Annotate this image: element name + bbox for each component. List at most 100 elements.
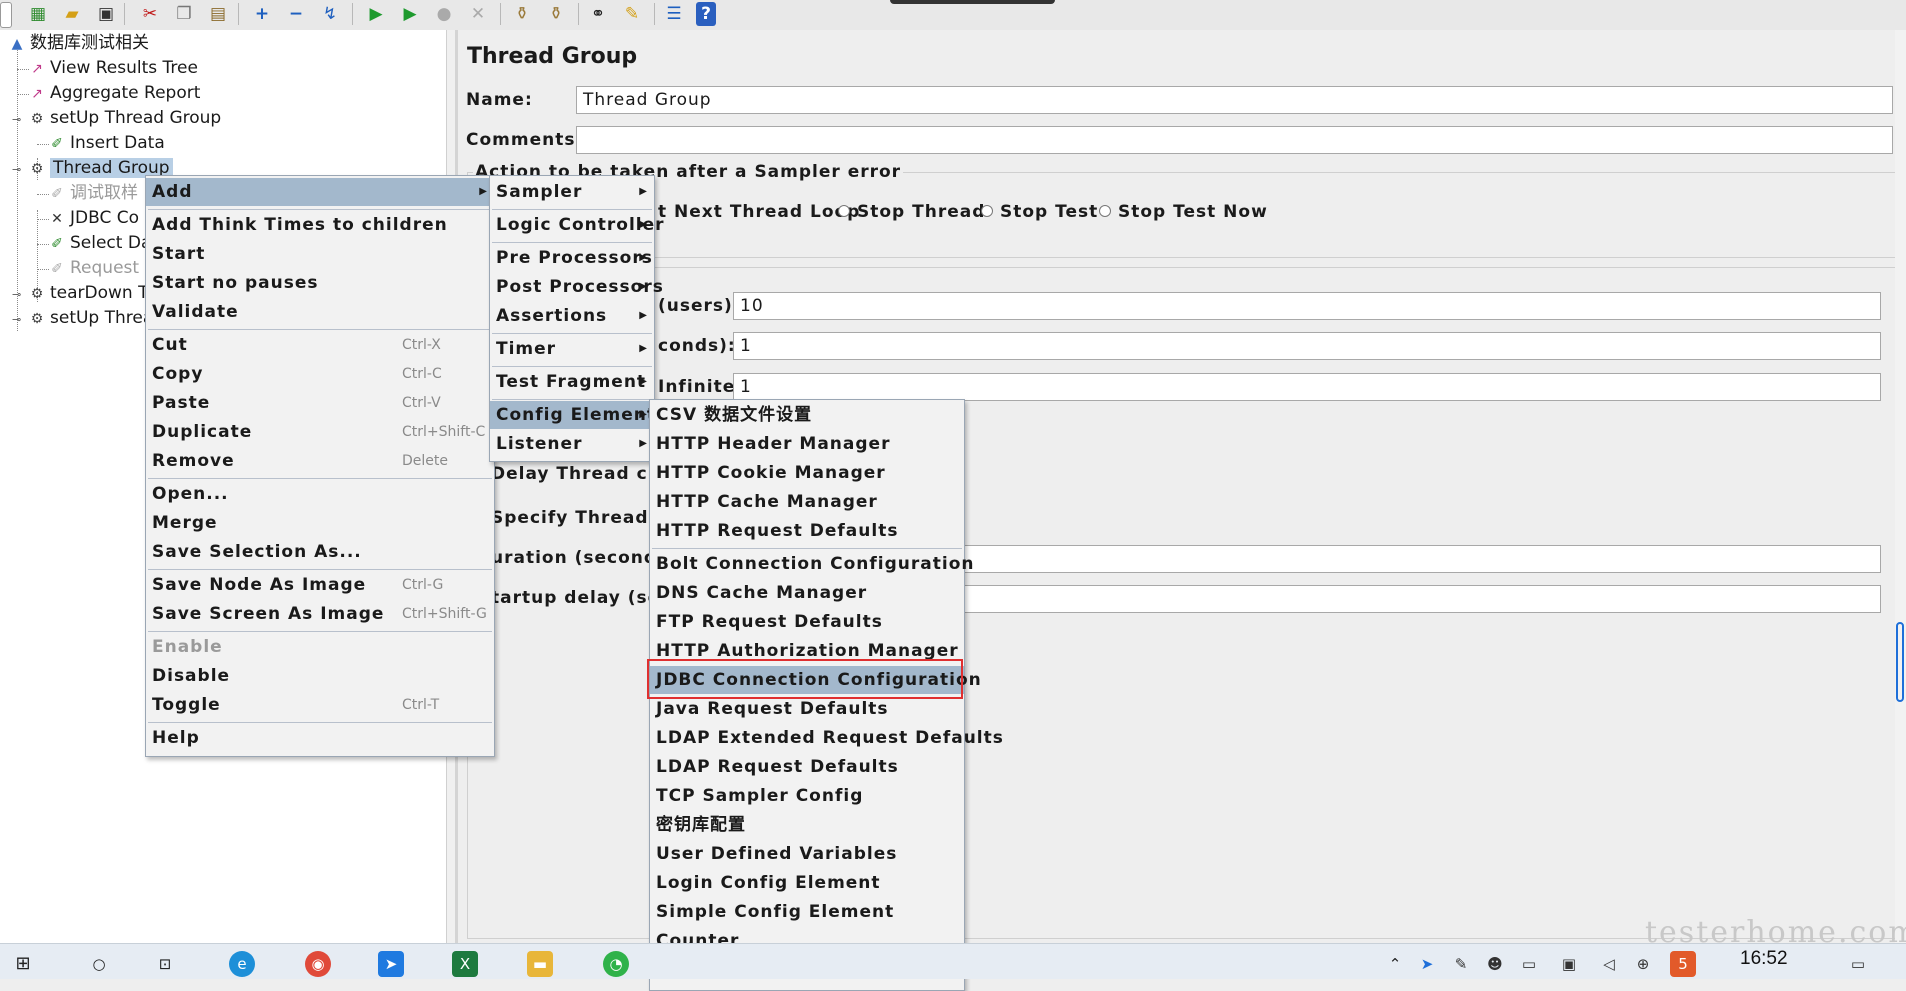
main-scroll-thumb[interactable] — [1896, 622, 1904, 702]
tree-item-test-plan[interactable]: ▲ 数据库测试相关 — [8, 31, 149, 55]
menu-save-screen-image[interactable]: Save Screen As Image Ctrl+Shift-G — [146, 600, 494, 628]
paste-icon[interactable]: ▤ — [206, 2, 230, 26]
help-icon[interactable]: ? — [696, 2, 716, 26]
delay-thread-checkbox[interactable]: Delay Thread cre — [491, 464, 670, 484]
html5-icon[interactable]: 5 — [1670, 951, 1696, 977]
new-icon[interactable] — [0, 2, 12, 28]
menu-sampler[interactable]: Sampler ▶ — [490, 178, 654, 206]
ime-icon[interactable]: ⊕ — [1630, 951, 1656, 977]
menu-post-processors[interactable]: Post Processors ▶ — [490, 273, 663, 301]
menu-start-no-pauses[interactable]: Start no pauses — [146, 269, 494, 297]
menu-toggle[interactable]: Toggle Ctrl-T — [146, 691, 494, 719]
menu-merge[interactable]: Merge — [146, 509, 494, 537]
cut-icon[interactable]: ✂ — [138, 2, 162, 26]
menu-help[interactable]: Help — [146, 724, 494, 752]
menu-test-fragment[interactable]: Test Fragment ▶ — [490, 368, 654, 396]
search-icon[interactable]: ○ — [86, 951, 112, 977]
collapse-icon[interactable]: − — [284, 2, 308, 26]
display-icon[interactable]: ▣ — [1556, 951, 1582, 977]
tree-item-debug-sampler[interactable]: ✐ 调试取样 — [48, 181, 138, 205]
clock[interactable]: 16:52 — [1740, 948, 1788, 970]
menu-duplicate[interactable]: Duplicate Ctrl+Shift-C — [146, 418, 494, 446]
edge-icon[interactable]: e — [229, 951, 255, 977]
tree-item-view-results-tree[interactable]: ↗ View Results Tree — [28, 56, 198, 80]
tree-item-request[interactable]: ✐ Request — [48, 256, 139, 280]
duration-field[interactable] — [963, 545, 1881, 573]
menu-config-item-11[interactable]: LDAP Extended Request Defaults — [650, 724, 1003, 752]
menu-assertions[interactable]: Assertions ▶ — [490, 302, 654, 330]
function-helper-icon[interactable]: ☰ — [662, 2, 686, 26]
volume-icon[interactable]: ◁ — [1596, 951, 1622, 977]
menu-disable[interactable]: Disable — [146, 662, 494, 690]
tree-item-setup-thread-group[interactable]: ⚙ setUp Thread Group — [28, 106, 222, 130]
menu-config-item-10[interactable]: Java Request Defaults — [650, 695, 964, 723]
windows-start-icon[interactable]: ⊞ — [10, 951, 36, 977]
tree-item-aggregate-report[interactable]: ↗ Aggregate Report — [28, 81, 200, 105]
clear-icon[interactable]: ⚱ — [510, 2, 534, 26]
feishu-tray-icon[interactable]: ➤ — [1414, 951, 1440, 977]
menu-add-think-times[interactable]: Add Think Times to children — [146, 211, 494, 239]
menu-config-item-14[interactable]: 密钥库配置 — [650, 811, 964, 839]
name-field[interactable]: Thread Group — [576, 86, 1893, 114]
toggle-icon[interactable]: ↯ — [318, 2, 342, 26]
tree-item-insert-data[interactable]: ✐ Insert Data — [48, 131, 165, 155]
notification-icon[interactable]: ▭ — [1845, 951, 1871, 977]
loop-count-field[interactable]: 1 — [733, 373, 1881, 401]
menu-timer[interactable]: Timer ▶ — [490, 335, 654, 363]
start-no-pauses-icon[interactable]: ▶ — [398, 2, 422, 26]
feishu-icon[interactable]: ➤ — [378, 951, 404, 977]
chrome-icon[interactable]: ◉ — [305, 951, 331, 977]
menu-pre-processors[interactable]: Pre Processors ▶ — [490, 244, 654, 272]
menu-paste[interactable]: Paste Ctrl-V — [146, 389, 494, 417]
menu-cut[interactable]: Cut Ctrl-X — [146, 331, 494, 359]
file-explorer-icon[interactable]: ▬ — [527, 951, 553, 977]
menu-config-item-15[interactable]: User Defined Variables — [650, 840, 964, 868]
search-icon[interactable]: ⚭ — [586, 2, 610, 26]
open-icon[interactable]: ▰ — [60, 2, 84, 26]
menu-config-item-5[interactable]: Bolt Connection Configuration — [650, 550, 973, 578]
ramp-up-field[interactable]: 1 — [733, 332, 1881, 360]
excel-icon[interactable]: X — [452, 951, 478, 977]
templates-icon[interactable]: ▦ — [26, 2, 50, 26]
chevron-up-icon[interactable]: ⌃ — [1382, 951, 1408, 977]
menu-validate[interactable]: Validate — [146, 298, 494, 326]
menu-save-selection[interactable]: Save Selection As... — [146, 538, 494, 566]
menu-config-item-1[interactable]: HTTP Header Manager — [650, 430, 964, 458]
stop-test-radio[interactable]: Stop Test — [981, 202, 1098, 222]
tree-item-teardown-thread-group[interactable]: ⚙ tearDown T — [28, 281, 149, 305]
tree-item-jdbc-config[interactable]: ✕ JDBC Co — [48, 206, 139, 230]
specify-lifetime-checkbox[interactable]: Specify Thread li — [491, 508, 669, 528]
menu-config-item-2[interactable]: HTTP Cookie Manager — [650, 459, 964, 487]
menu-open[interactable]: Open... — [146, 480, 494, 508]
menu-config-item-16[interactable]: Login Config Element — [650, 869, 964, 897]
qq-icon[interactable]: ☻ — [1482, 951, 1508, 977]
menu-config-item-0[interactable]: CSV 数据文件设置 — [650, 401, 964, 429]
menu-config-item-4[interactable]: HTTP Request Defaults — [650, 517, 964, 545]
network-icon[interactable]: ▭ — [1516, 951, 1542, 977]
pen-icon[interactable]: ✎ — [1448, 951, 1474, 977]
wechat-icon[interactable]: ◔ — [603, 951, 629, 977]
menu-config-item-13[interactable]: TCP Sampler Config — [650, 782, 964, 810]
save-icon[interactable]: ▣ — [94, 2, 118, 26]
comments-field[interactable] — [576, 126, 1893, 154]
stop-icon[interactable]: ● — [432, 2, 456, 26]
menu-enable[interactable]: Enable — [146, 633, 494, 661]
task-view-icon[interactable]: ⊡ — [152, 951, 178, 977]
start-icon[interactable]: ▶ — [364, 2, 388, 26]
copy-icon[interactable]: ❐ — [172, 2, 196, 26]
menu-config-item-12[interactable]: LDAP Request Defaults — [650, 753, 964, 781]
menu-config-item-3[interactable]: HTTP Cache Manager — [650, 488, 964, 516]
menu-copy[interactable]: Copy Ctrl-C — [146, 360, 494, 388]
main-scrollbar[interactable] — [1895, 30, 1906, 943]
stop-test-now-radio[interactable]: Stop Test Now — [1099, 202, 1268, 222]
menu-config-item-17[interactable]: Simple Config Element — [650, 898, 964, 926]
menu-remove[interactable]: Remove Delete — [146, 447, 494, 475]
users-field[interactable]: 10 — [733, 292, 1881, 320]
menu-config-item-6[interactable]: DNS Cache Manager — [650, 579, 964, 607]
menu-add[interactable]: Add ▶ — [146, 178, 494, 206]
menu-listener[interactable]: Listener ▶ — [490, 430, 654, 458]
tree-item-select-data[interactable]: ✐ Select Da — [48, 231, 151, 255]
menu-config-item-7[interactable]: FTP Request Defaults — [650, 608, 964, 636]
tree-item-setup-thread-group-2[interactable]: ⚙ setUp Threa — [28, 306, 154, 330]
menu-config-element[interactable]: Config Element ▶ — [490, 401, 655, 429]
